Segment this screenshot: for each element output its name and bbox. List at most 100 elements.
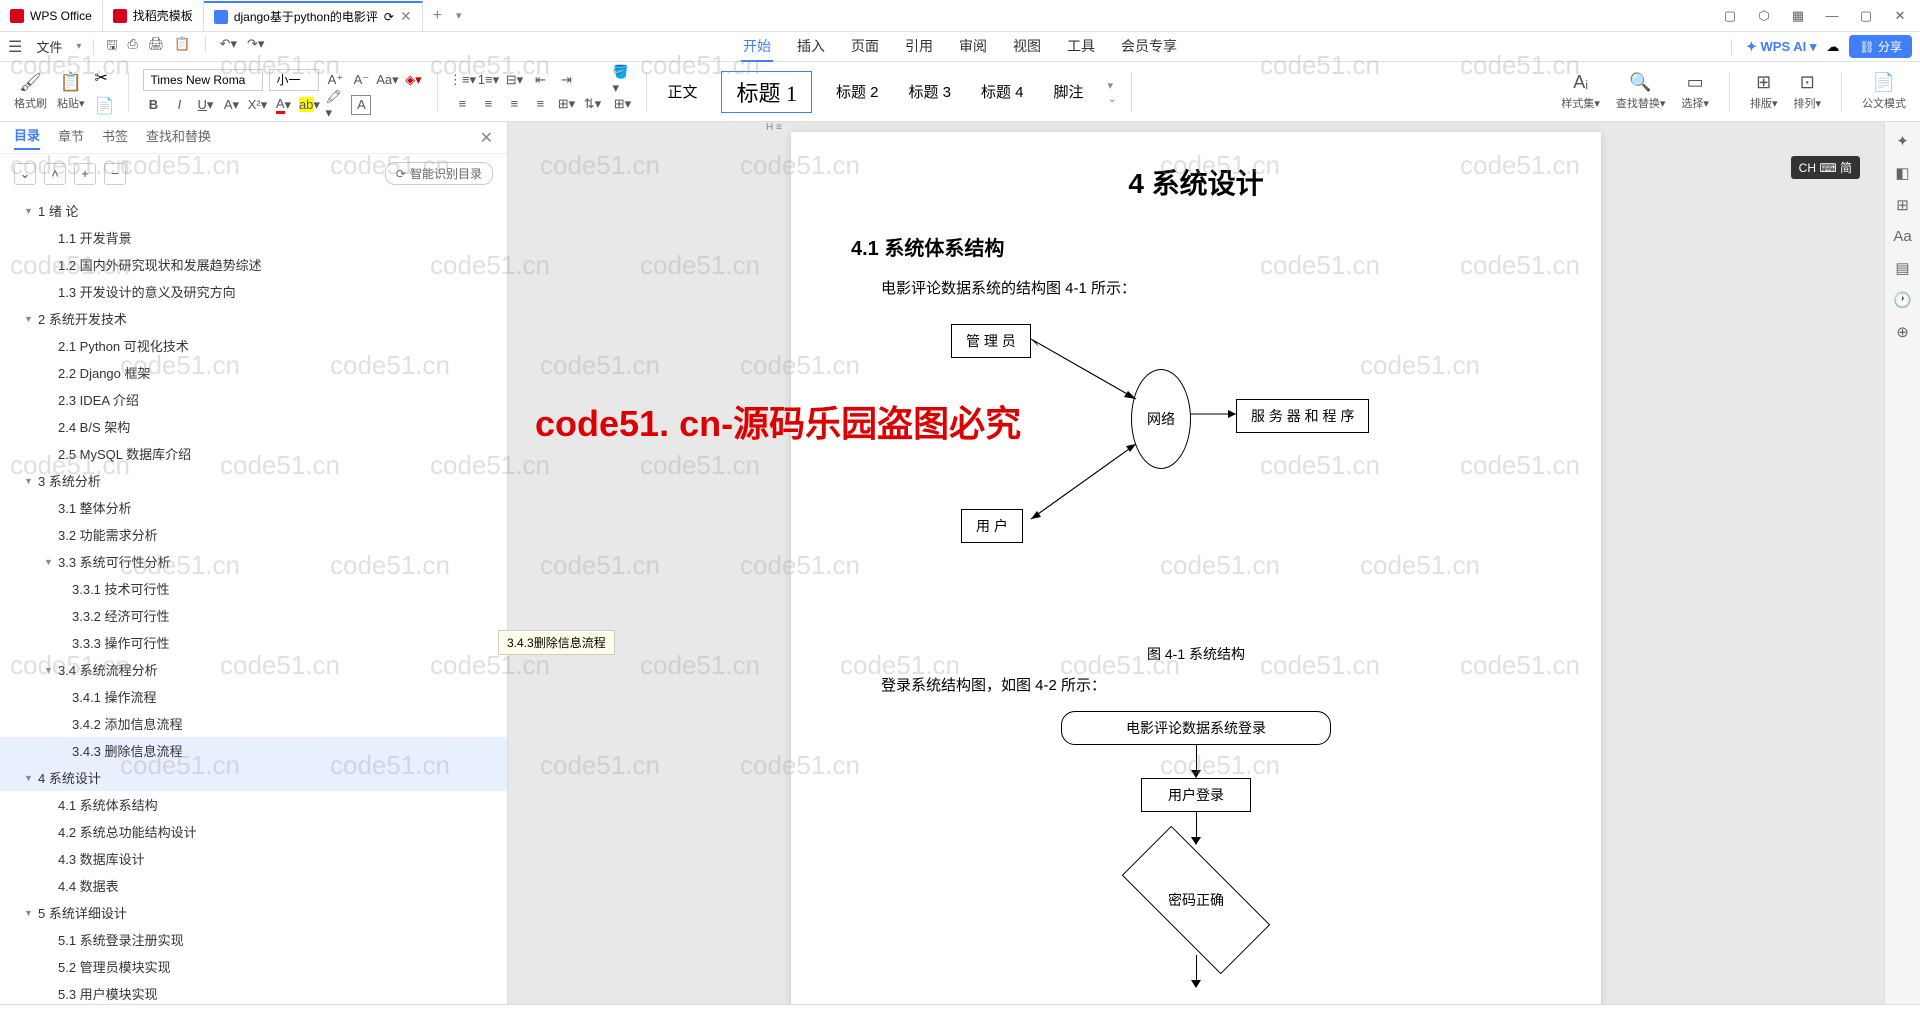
increase-indent-icon[interactable]: ⇥ (556, 70, 576, 90)
auto-toc-button[interactable]: ⟳ 智能识别目录 (385, 162, 493, 185)
toc-item[interactable]: 3.3.1 技术可行性 (0, 575, 507, 602)
window-icon-3[interactable]: ▦ (1788, 6, 1808, 26)
tab-reference[interactable]: 引用 (903, 32, 935, 62)
font-color-icon[interactable]: A▾ (273, 95, 293, 115)
tab-member[interactable]: 会员专享 (1119, 32, 1179, 62)
toc-collapse-button[interactable]: ⌄ (14, 163, 36, 185)
sort-button[interactable]: ⊞排版▾ (1750, 72, 1778, 112)
italic-icon[interactable]: I (169, 95, 189, 115)
toc-item[interactable]: 2.1 Python 可视化技术 (0, 332, 507, 359)
tab-document[interactable]: django基于python的电影评⟳✕ (204, 1, 423, 31)
toc-add-button[interactable]: + (74, 163, 96, 185)
sidebar-tab-find[interactable]: 查找和替换 (146, 126, 211, 149)
toc-item[interactable]: 3.3.3 操作可行性 (0, 629, 507, 656)
toc-item[interactable]: 2.3 IDEA 介绍 (0, 386, 507, 413)
style-heading3[interactable]: 标题 3 (903, 77, 958, 106)
toc-item[interactable]: 2.2 Django 框架 (0, 359, 507, 386)
tab-start[interactable]: 开始 (741, 32, 773, 62)
undo-icon[interactable]: ↶▾ (220, 36, 237, 58)
size-select[interactable] (269, 69, 319, 91)
toc-item[interactable]: ▼2 系统开发技术 (0, 305, 507, 332)
file-dropdown[interactable]: ▾ (76, 41, 81, 52)
tab-page[interactable]: 页面 (849, 32, 881, 62)
styleset-button[interactable]: Aᵢ样式集▾ (1561, 72, 1600, 112)
select-button[interactable]: ▭选择▾ (1681, 72, 1709, 112)
toc-item[interactable]: ▼4 系统设计 (0, 764, 507, 791)
cut-icon[interactable]: ✂ (95, 68, 115, 88)
distribute-icon[interactable]: ⊞▾ (556, 94, 576, 114)
paste-button[interactable]: 📋粘贴▾ (57, 72, 85, 111)
char-border-icon[interactable]: A (351, 95, 371, 115)
toc-item[interactable]: 3.4.2 添加信息流程 (0, 710, 507, 737)
increase-font-icon[interactable]: A⁺ (325, 70, 345, 90)
toc-item[interactable]: ▼5 系统详细设计 (0, 899, 507, 926)
format-painter-button[interactable]: 🖌格式刷 (14, 72, 47, 111)
tab-docer[interactable]: 找稻壳模板 (103, 1, 204, 31)
close-tab-icon[interactable]: ✕ (400, 8, 412, 25)
toc-item[interactable]: 4.4 数据表 (0, 872, 507, 899)
bullet-list-icon[interactable]: ⋮≡▾ (452, 70, 472, 90)
refresh-icon[interactable]: ⟳ (384, 10, 394, 24)
toc-item[interactable]: 3.3.2 经济可行性 (0, 602, 507, 629)
window-icon-2[interactable]: ⬡ (1754, 6, 1774, 26)
toc-item[interactable]: 4.1 系统体系结构 (0, 791, 507, 818)
justify-icon[interactable]: ≡ (530, 94, 550, 114)
tab-tools[interactable]: 工具 (1065, 32, 1097, 62)
redo-icon[interactable]: ↷▾ (247, 36, 264, 58)
arrange-button[interactable]: ⊡排列▾ (1793, 72, 1821, 112)
toc-item[interactable]: 5.3 用户模块实现 (0, 980, 507, 1004)
export-icon[interactable]: 📋 (174, 36, 190, 58)
toc-item[interactable]: ▼3 系统分析 (0, 467, 507, 494)
wps-ai-button[interactable]: ✦ WPS AI ▾ (1746, 39, 1816, 55)
number-list-icon[interactable]: 1≡▾ (478, 70, 498, 90)
toc-item[interactable]: ▼1 绪 论 (0, 197, 507, 224)
sidebar-tab-chapter[interactable]: 章节 (58, 126, 84, 149)
border-icon[interactable]: ⊞▾ (612, 94, 632, 114)
style-normal[interactable]: 正文 (661, 77, 703, 106)
toc-item[interactable]: ▼3.3 系统可行性分析 (0, 548, 507, 575)
tab-dropdown[interactable]: ▾ (456, 9, 462, 22)
multilevel-list-icon[interactable]: ⊟▾ (504, 70, 524, 90)
tool-icon[interactable]: ◧ (1895, 164, 1909, 182)
tool-icon[interactable]: ⊕ (1896, 323, 1909, 341)
style-heading1[interactable]: 标题 1 (721, 71, 812, 113)
change-case-icon[interactable]: Aa▾ (377, 70, 397, 90)
document-area[interactable]: H ≡ 4 系统设计 4.1 系统体系结构 电影评论数据系统的结构图 4-1 所… (508, 122, 1884, 1004)
toc-remove-button[interactable]: − (104, 163, 126, 185)
print-preview-icon[interactable]: 🖨 (148, 36, 165, 58)
decrease-font-icon[interactable]: A⁻ (351, 70, 371, 90)
toc-item[interactable]: 4.2 系统总功能结构设计 (0, 818, 507, 845)
tool-icon[interactable]: ✦ (1896, 132, 1909, 150)
share-button[interactable]: ⛓ 分享 (1849, 35, 1912, 58)
decrease-indent-icon[interactable]: ⇤ (530, 70, 550, 90)
tool-icon[interactable]: ▤ (1895, 259, 1909, 277)
save-icon[interactable]: 🖫 (106, 36, 117, 58)
toc-item[interactable]: 1.1 开发背景 (0, 224, 507, 251)
toc-item[interactable]: 3.4.3 删除信息流程 (0, 737, 507, 764)
sidebar-tab-toc[interactable]: 目录 (14, 125, 40, 150)
shading-icon[interactable]: 🖍▾ (325, 95, 345, 115)
line-spacing-icon[interactable]: ⇅▾ (582, 94, 602, 114)
window-icon-1[interactable]: ▢ (1720, 6, 1740, 26)
tool-icon[interactable]: ⊞ (1896, 196, 1909, 214)
tab-insert[interactable]: 插入 (795, 32, 827, 62)
tool-icon[interactable]: 🕐 (1893, 291, 1912, 309)
toc-item[interactable]: 1.2 国内外研究现状和发展趋势综述 (0, 251, 507, 278)
toc-item[interactable]: 5.1 系统登录注册实现 (0, 926, 507, 953)
tab-view[interactable]: 视图 (1011, 32, 1043, 62)
style-footnote[interactable]: 脚注 (1048, 77, 1090, 106)
tab-wps-office[interactable]: WPS Office (0, 1, 103, 31)
file-menu[interactable]: 文件 (30, 37, 68, 56)
toc-item[interactable]: 5.2 管理员模块实现 (0, 953, 507, 980)
style-more[interactable]: ▾⌄ (1108, 79, 1117, 105)
clear-format-icon[interactable]: ◈▾ (403, 70, 423, 90)
highlight-icon[interactable]: ab▾ (299, 95, 319, 115)
toc-item[interactable]: 2.4 B/S 架构 (0, 413, 507, 440)
official-mode-button[interactable]: 📄公文模式 (1862, 72, 1906, 112)
print-icon[interactable]: ⎙ (127, 36, 137, 58)
underline-icon[interactable]: U▾ (195, 95, 215, 115)
cloud-icon[interactable]: ☁ (1826, 39, 1839, 55)
toc-item[interactable]: 4.3 数据库设计 (0, 845, 507, 872)
maximize-button[interactable]: ▢ (1856, 6, 1876, 26)
hamburger-icon[interactable]: ☰ (8, 37, 22, 57)
